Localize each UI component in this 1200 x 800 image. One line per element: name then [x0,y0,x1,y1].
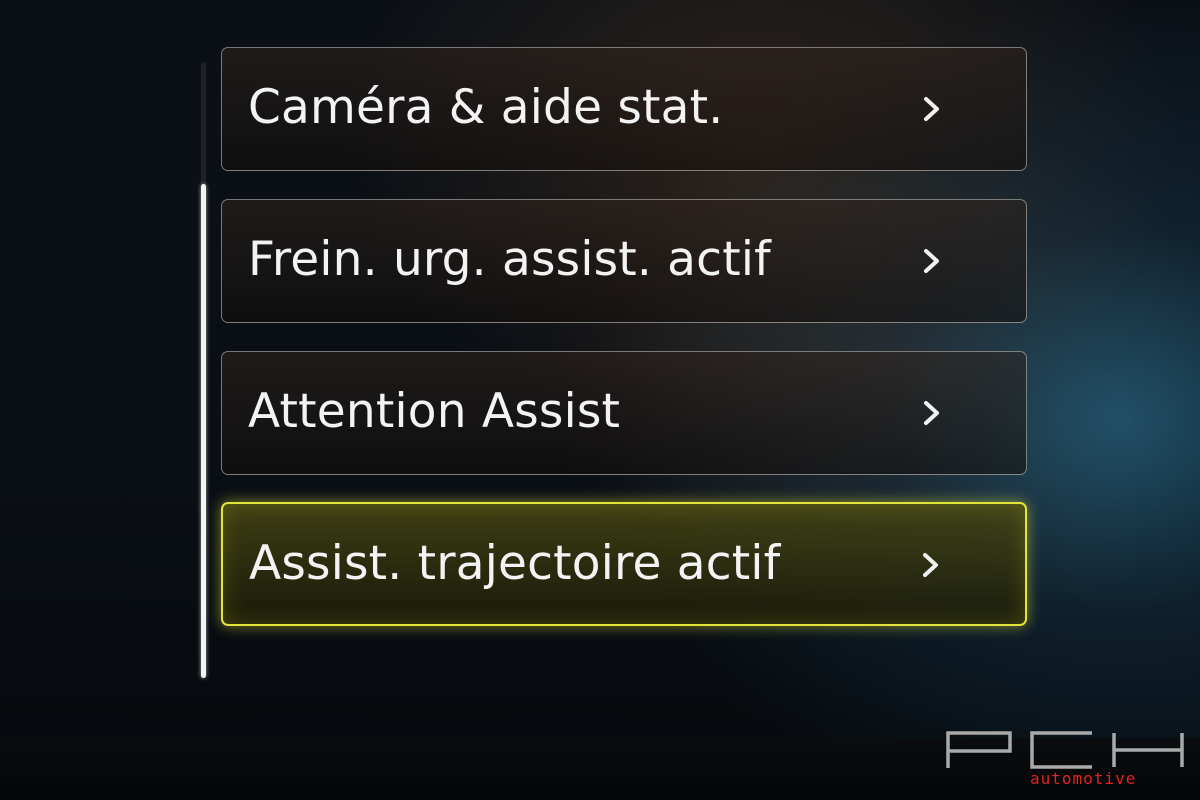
car-display-screen: Caméra & aide stat. Frein. urg. assist. … [0,0,1200,800]
pch-logo-mark [946,731,1184,769]
pch-automotive-logo: automotive [944,730,1190,792]
watermark-subtitle: automotive [1030,769,1137,788]
menu-item-attention-assist[interactable]: Attention Assist [221,351,1027,475]
menu-item-emergency-braking[interactable]: Frein. urg. assist. actif [221,199,1027,323]
chevron-right-icon [922,400,942,426]
chevron-right-icon [922,96,942,122]
chevron-right-icon [921,552,941,578]
menu-item-label: Attention Assist [248,384,621,439]
menu-item-label: Assist. trajectoire actif [249,536,781,591]
menu-item-label: Frein. urg. assist. actif [248,232,771,287]
menu-item-lane-assist[interactable]: Assist. trajectoire actif [221,502,1027,626]
scrollbar-thumb[interactable] [201,184,206,678]
scrollbar[interactable] [201,62,206,678]
menu-item-label: Caméra & aide stat. [248,80,724,135]
menu-item-camera-parking[interactable]: Caméra & aide stat. [221,47,1027,171]
chevron-right-icon [922,248,942,274]
